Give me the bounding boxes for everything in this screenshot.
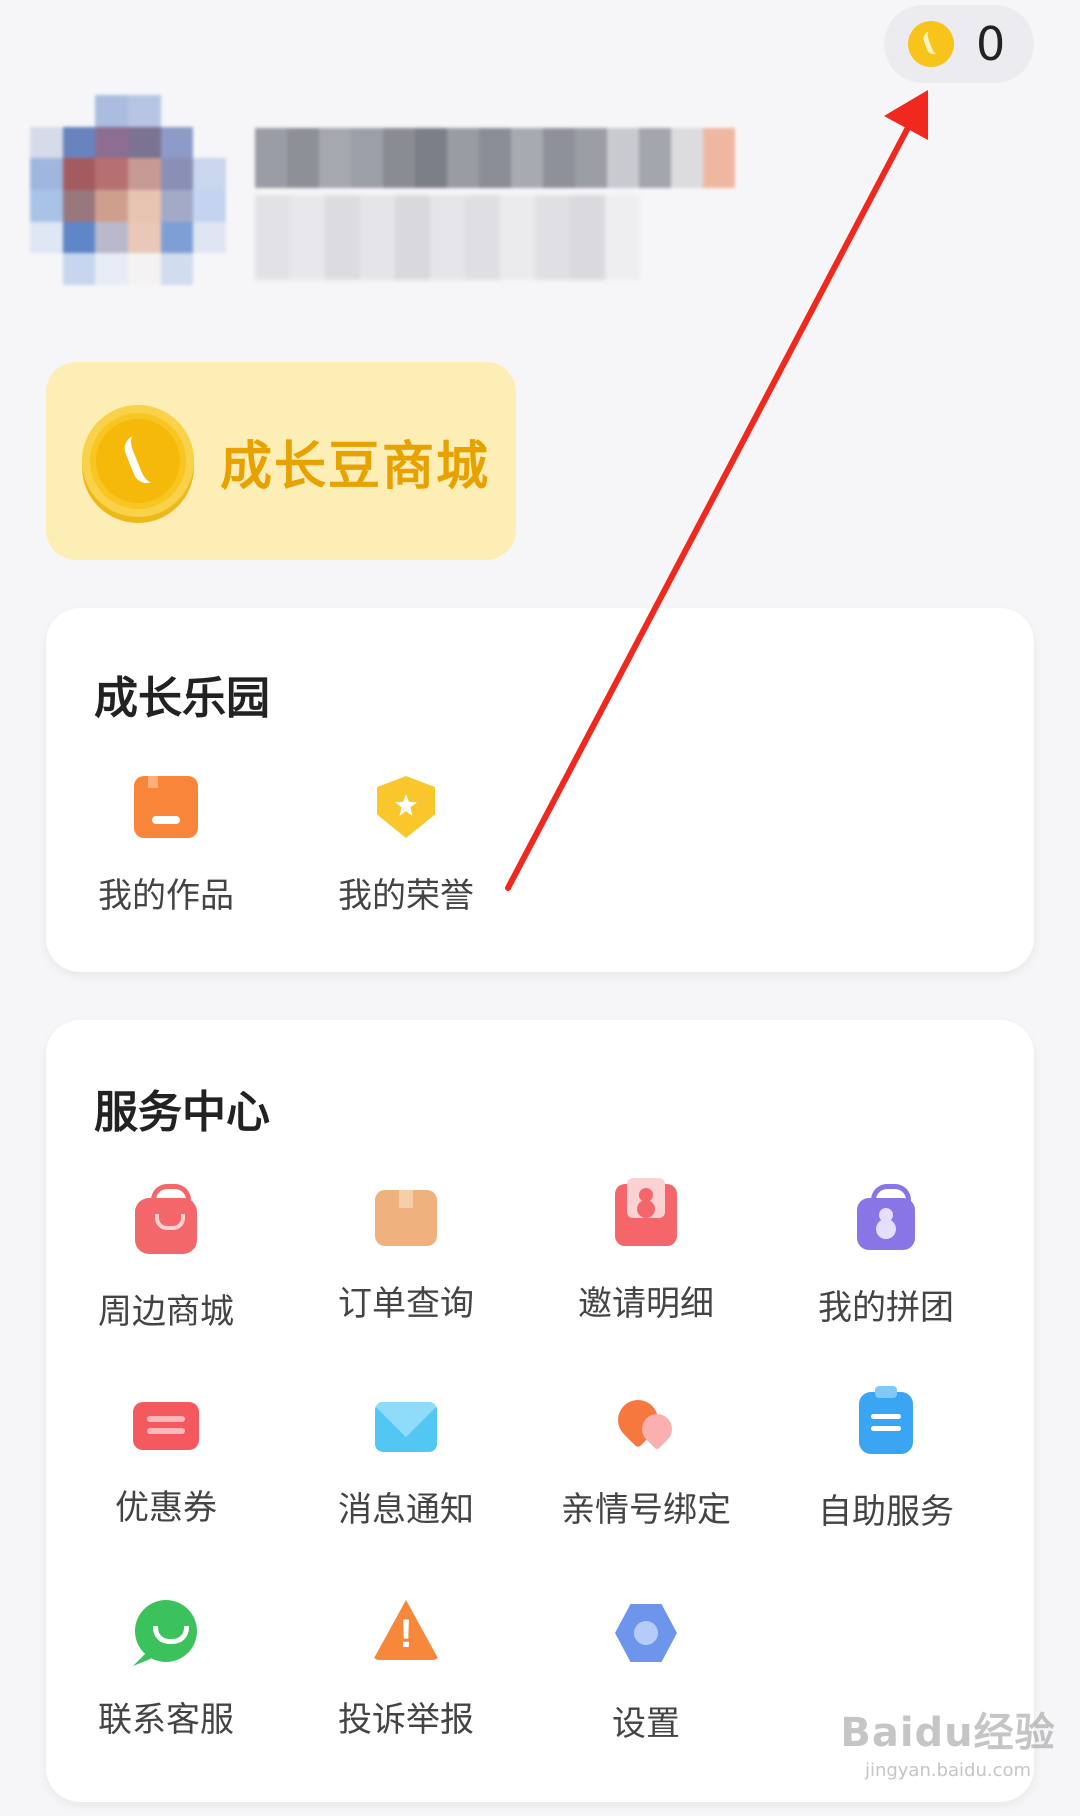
mall-title: 成长豆商城 [220,436,491,497]
service-center-card: 服务中心 周边商城 订单查询 邀请明细 我的拼团 优惠券 消息通知 亲情号绑定 … [46,1020,1034,1802]
growth-bean-mall-banner[interactable]: 成长豆商城 [46,362,516,560]
menu-item-my-honors[interactable]: 我的荣誉 [286,776,526,917]
menu-item-label: 邀请明细 [578,1284,714,1324]
coin-icon [82,405,194,517]
avatar[interactable] [30,95,226,285]
user-info-redacted [255,195,640,280]
username-redacted [255,128,735,188]
coin-balance-count: 0 [976,17,1006,71]
section-title: 服务中心 [94,1087,270,1138]
menu-item-invite-details[interactable]: 邀请明细 [526,1178,766,1325]
menu-item-settings[interactable]: 设置 [526,1600,766,1745]
section-title: 成长乐园 [94,673,270,724]
menu-item-family-binding[interactable]: 亲情号绑定 [526,1392,766,1531]
group-buy-icon [857,1184,915,1250]
menu-item-contact-support[interactable]: 联系客服 [46,1600,286,1741]
coin-icon [908,21,954,67]
settings-gear-icon [613,1600,679,1666]
watermark-logo: Baidu经验 [840,1710,1056,1756]
menu-item-label: 设置 [612,1704,680,1744]
mail-icon [375,1402,437,1452]
honor-badge-icon [377,776,435,838]
menu-item-label: 我的作品 [98,876,234,916]
coin-balance-pill[interactable]: 0 [884,5,1034,83]
menu-item-coupons[interactable]: 优惠券 [46,1392,286,1529]
menu-item-complaint-report[interactable]: 投诉举报 [286,1600,526,1741]
chat-icon [135,1600,197,1662]
menu-item-my-works[interactable]: 我的作品 [46,776,286,917]
menu-item-label: 消息通知 [338,1490,474,1530]
coupon-icon [133,1402,199,1450]
menu-item-self-service[interactable]: 自助服务 [766,1386,1006,1533]
hearts-icon [614,1392,678,1452]
menu-item-label: 亲情号绑定 [561,1490,731,1530]
shopping-bag-icon [135,1184,197,1254]
works-icon [134,776,198,838]
menu-item-label: 优惠券 [115,1488,217,1528]
menu-item-label: 周边商城 [98,1292,234,1332]
menu-item-order-query[interactable]: 订单查询 [286,1184,526,1325]
menu-item-label: 我的荣誉 [338,876,474,916]
menu-item-label: 我的拼团 [818,1288,954,1328]
watermark: Baidu经验 jingyan.baidu.com [828,1700,1068,1800]
menu-item-notifications[interactable]: 消息通知 [286,1392,526,1531]
menu-item-label: 自助服务 [818,1492,954,1532]
warning-icon [371,1600,441,1662]
menu-item-merch-store[interactable]: 周边商城 [46,1184,286,1333]
watermark-url: jingyan.baidu.com [864,1760,1032,1781]
menu-item-label: 联系客服 [98,1700,234,1740]
package-icon [375,1190,437,1246]
clipboard-icon [859,1386,913,1454]
menu-item-my-group-buy[interactable]: 我的拼团 [766,1184,1006,1329]
growth-park-card: 成长乐园 我的作品 我的荣誉 [46,608,1034,972]
menu-item-label: 订单查询 [338,1284,474,1324]
invite-envelope-icon [615,1178,677,1246]
menu-item-label: 投诉举报 [338,1700,474,1740]
